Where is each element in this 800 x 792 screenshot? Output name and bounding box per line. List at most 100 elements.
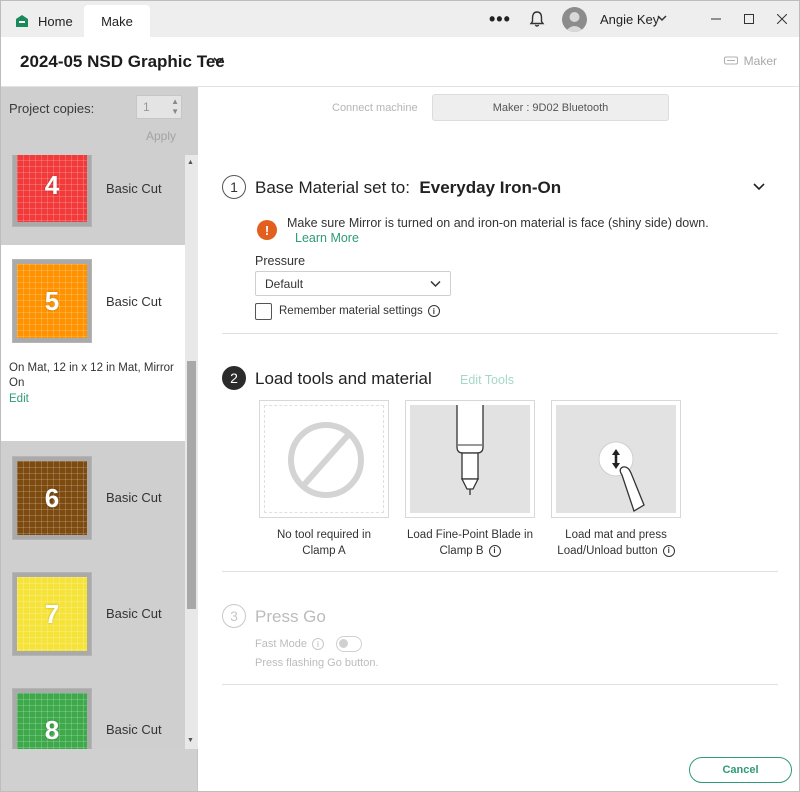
tool-caption-clamp-b: Load Fine-Point Blade in Clamp B i <box>400 527 540 559</box>
step-3-number: 3 <box>222 604 246 628</box>
tab-make-label: Make <box>101 13 133 29</box>
step-2-title: Load tools and material <box>255 369 432 388</box>
info-icon[interactable]: i <box>427 305 440 317</box>
tab-home[interactable]: Home <box>9 5 87 37</box>
mat-sidebar: Project copies: 1 ▲▼ Apply 4 Basic Cut <box>1 87 198 791</box>
project-copies-value: 1 <box>143 100 150 114</box>
mat-preview: 5 <box>17 264 87 338</box>
scroll-thumb[interactable] <box>187 361 196 609</box>
no-tool-icon <box>264 405 384 513</box>
remember-settings-row: Remember material settings i <box>279 305 440 317</box>
app-window: Home Make ••• Angie Key 2024-05 NSD Grap… <box>0 0 800 792</box>
mat-number: 5 <box>44 285 60 316</box>
fast-mode-row: Fast Mode i <box>255 638 324 651</box>
scroll-down-icon[interactable]: ▼ <box>187 737 194 744</box>
mat-edit-link[interactable]: Edit <box>9 393 29 405</box>
pressure-label: Pressure <box>255 254 306 268</box>
mat-label: Basic Cut <box>106 722 162 737</box>
learn-more-link[interactable]: Learn More <box>295 231 359 245</box>
project-title[interactable]: 2024-05 NSD Graphic Tee <box>20 52 225 72</box>
fine-point-blade-icon <box>410 405 530 513</box>
divider <box>222 571 778 572</box>
info-icon[interactable]: i <box>311 638 324 651</box>
mat-preview: 6 <box>17 461 87 535</box>
tool-caption-line: No tool required in <box>277 529 371 541</box>
footer-bar: Cancel <box>199 747 799 791</box>
remember-settings-label: Remember material settings <box>279 305 423 318</box>
tool-card-clamp-a <box>259 400 389 518</box>
mirror-warning-text: Make sure Mirror is turned on and iron-o… <box>287 216 709 230</box>
chevron-down-icon[interactable] <box>656 11 668 29</box>
tool-caption-text: Clamp B <box>439 545 484 557</box>
make-steps-panel: Connect machine Maker : 9D02 Bluetooth 1… <box>199 87 799 747</box>
warning-icon: ! <box>257 220 277 240</box>
project-copies-label: Project copies: <box>9 101 95 116</box>
mat-number: 8 <box>44 714 60 745</box>
tool-caption-line: Load Fine-Point Blade in <box>407 529 533 541</box>
mat-number: 6 <box>44 482 60 513</box>
project-copies-area: Project copies: 1 ▲ ▼ Apply <box>1 87 198 155</box>
step-1-title: Base Material set to: Everyday Iron-On <box>255 178 561 198</box>
machine-label: Maker <box>743 54 777 68</box>
info-icon[interactable]: i <box>662 544 675 557</box>
tab-make[interactable]: Make <box>84 5 150 37</box>
remember-settings-checkbox[interactable] <box>255 303 272 320</box>
mat-thumbnail: 7 <box>12 572 92 656</box>
mat-label: Basic Cut <box>106 490 162 505</box>
mat-list: 4 Basic Cut 5 Basic Cut On Mat, 12 in x … <box>1 155 185 749</box>
copies-stepper-icon[interactable]: ▲ ▼ <box>171 97 179 117</box>
mat-item-7[interactable]: 7 Basic Cut <box>1 557 185 673</box>
pressure-select[interactable]: Default <box>255 271 451 296</box>
tool-card-clamp-b <box>405 400 535 518</box>
edit-tools-link[interactable]: Edit Tools <box>460 373 514 387</box>
title-bar: Home Make ••• Angie Key <box>1 1 799 37</box>
mat-item-8[interactable]: 8 Basic Cut <box>1 673 185 749</box>
machine-indicator: Maker <box>723 54 777 68</box>
tool-caption-line: Load/Unload button i <box>546 543 686 559</box>
cancel-button[interactable]: Cancel <box>689 757 792 783</box>
pressure-value: Default <box>265 277 304 291</box>
mat-list-scrollbar[interactable]: ▲ ▼ <box>185 155 198 749</box>
tool-caption-line: Load mat and press <box>565 529 667 541</box>
home-icon <box>16 15 28 27</box>
chevron-down-icon[interactable] <box>752 179 766 198</box>
minimize-icon[interactable] <box>706 9 726 29</box>
bell-icon[interactable] <box>528 1 546 37</box>
tool-caption-clamp-a: No tool required in Clamp A <box>254 527 394 559</box>
more-options-icon[interactable]: ••• <box>489 1 511 37</box>
mat-preview: 7 <box>17 577 87 651</box>
mat-preview: 4 <box>17 155 87 222</box>
mat-item-5[interactable]: 5 Basic Cut On Mat, 12 in x 12 in Mat, M… <box>1 245 185 441</box>
mat-label: Basic Cut <box>106 606 162 621</box>
project-header: 2024-05 NSD Graphic Tee Maker <box>1 37 799 87</box>
fast-mode-label: Fast Mode <box>255 638 307 650</box>
fast-mode-toggle[interactable] <box>336 636 362 652</box>
tool-caption-load-mat: Load mat and press Load/Unload button i <box>546 527 686 559</box>
mat-number: 4 <box>44 169 60 200</box>
avatar[interactable] <box>562 7 587 32</box>
mat-preview: 8 <box>17 693 87 749</box>
project-copies-input[interactable]: 1 ▲ ▼ <box>136 95 182 119</box>
mat-item-6[interactable]: 6 Basic Cut <box>1 441 185 557</box>
step-1-title-prefix: Base Material set to: <box>255 178 410 197</box>
info-icon[interactable]: i <box>488 544 501 557</box>
mat-label: Basic Cut <box>106 181 162 196</box>
close-icon[interactable] <box>772 9 792 29</box>
mat-thumbnail: 8 <box>12 688 92 749</box>
apply-button[interactable]: Apply <box>146 129 176 143</box>
mat-label: Basic Cut <box>106 294 162 309</box>
divider <box>222 684 778 685</box>
machine-icon <box>723 56 738 65</box>
load-unload-button-icon <box>556 405 676 513</box>
chevron-down-icon[interactable] <box>212 54 225 72</box>
user-name[interactable]: Angie Key <box>600 12 659 27</box>
base-material-name[interactable]: Everyday Iron-On <box>419 178 561 197</box>
connect-machine-label: Connect machine <box>332 102 418 114</box>
scroll-up-icon[interactable]: ▲ <box>187 159 194 166</box>
mat-number: 7 <box>44 598 60 629</box>
mat-thumbnail: 4 <box>12 155 92 227</box>
machine-device-select[interactable]: Maker : 9D02 Bluetooth <box>432 94 669 121</box>
mat-item-4[interactable]: 4 Basic Cut <box>1 155 185 245</box>
maximize-icon[interactable] <box>739 9 759 29</box>
tool-caption-line: Clamp A <box>302 545 346 557</box>
